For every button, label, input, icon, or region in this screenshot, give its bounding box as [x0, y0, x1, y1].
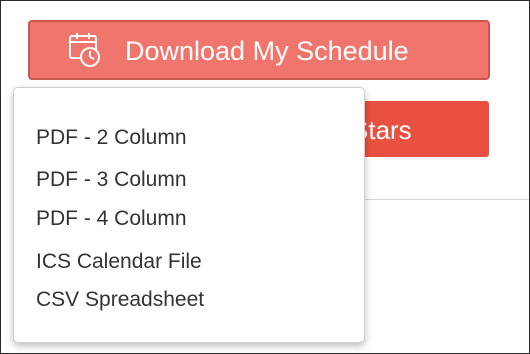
download-format-dropdown: PDF - 2 Column PDF - 3 Column PDF - 4 Co…	[13, 87, 365, 343]
download-my-schedule-label: Download My Schedule	[125, 36, 409, 66]
calendar-clock-icon	[69, 33, 100, 67]
menu-item-pdf-2-column[interactable]: PDF - 2 Column	[36, 126, 187, 150]
screenshot-frame: Download My Schedule Stars PDF - 2 Colum…	[0, 0, 530, 354]
section-divider	[365, 199, 529, 200]
menu-item-ics-calendar-file[interactable]: ICS Calendar File	[36, 250, 202, 274]
menu-item-csv-spreadsheet[interactable]: CSV Spreadsheet	[36, 288, 204, 312]
menu-item-pdf-3-column[interactable]: PDF - 3 Column	[36, 168, 187, 192]
menu-item-pdf-4-column[interactable]: PDF - 4 Column	[36, 207, 187, 231]
download-my-schedule-button[interactable]: Download My Schedule	[28, 20, 490, 80]
